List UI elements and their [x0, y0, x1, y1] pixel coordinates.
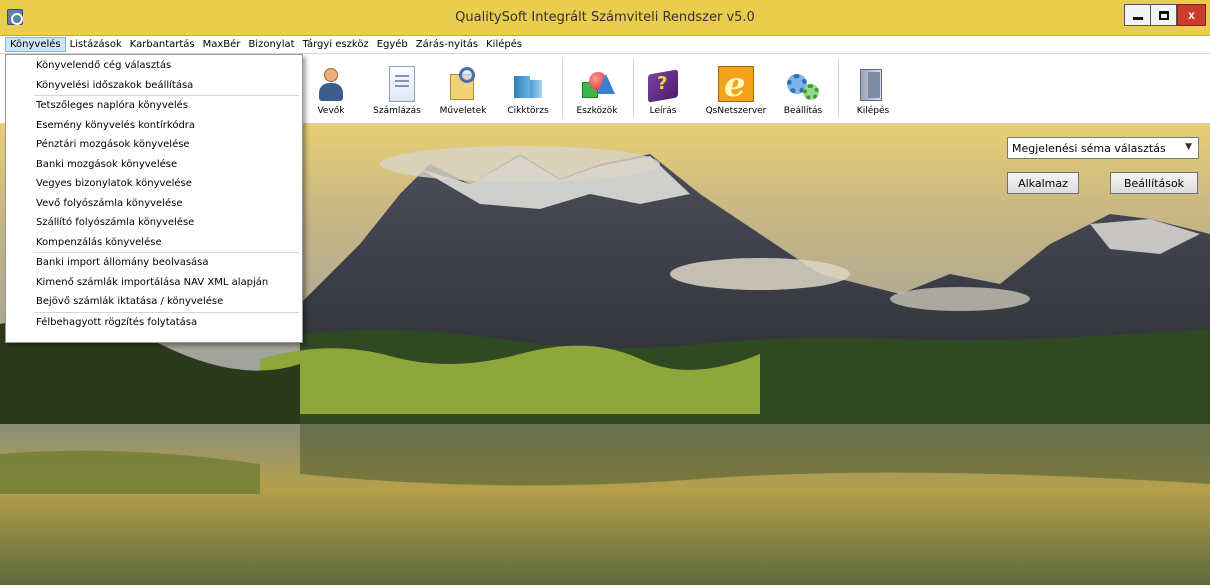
menu-item-penztari-mozgasok[interactable]: Pénztári mozgások könyvelése [6, 135, 302, 155]
menu-item-esemeny-konyveles[interactable]: Esemény könyvelés kontírkódra [6, 116, 302, 136]
toolbar-label: Eszközök [576, 106, 618, 116]
toolbar-label: Beállítás [783, 106, 823, 116]
toolbar-separator [562, 58, 563, 118]
toolbar-label: QsNetszerver [705, 106, 767, 116]
help-book-icon: ? [645, 66, 681, 103]
toolbar-label: Leírás [649, 106, 677, 116]
maximize-icon [1158, 10, 1169, 20]
menu-item-vegyes-bizonylatok[interactable]: Vegyes bizonylatok könyvelése [6, 174, 302, 194]
close-button[interactable]: x [1177, 4, 1206, 26]
settings-button[interactable]: Beállítások [1110, 172, 1198, 194]
appearance-scheme-select[interactable]: Megjelenési séma választás ▼ [1007, 137, 1199, 159]
toolbar-label: Vevők [317, 106, 345, 116]
toolbar-vevok-button[interactable]: Vevők [311, 54, 351, 124]
toolbar-separator [633, 58, 634, 118]
menu-item-vevo-folyoszamla[interactable]: Vevő folyószámla könyvelése [6, 194, 302, 214]
menu-kilepes[interactable]: Kilépés [482, 38, 526, 51]
toolbar-leiras-button[interactable]: ? Leírás [644, 54, 682, 124]
menu-item-idoszakok[interactable]: Könyvelési időszakok beállítása [6, 76, 302, 96]
menu-item-kompenzalas[interactable]: Kompenzálás könyvelése [6, 233, 302, 253]
menu-item-banki-mozgasok[interactable]: Banki mozgások könyvelése [6, 155, 302, 175]
browser-icon: e [718, 65, 754, 105]
menu-egyeb[interactable]: Egyéb [373, 38, 412, 51]
exit-door-icon [855, 66, 891, 102]
toolbar-label: Cikktörzs [507, 106, 549, 116]
gears-icon [785, 66, 821, 102]
menu-item-felbehagyott-rogzites[interactable]: Félbehagyott rögzítés folytatása [6, 313, 302, 333]
minimize-button[interactable] [1124, 4, 1151, 26]
cubes-icon [510, 66, 546, 102]
select-value: Megjelenési séma választás [1012, 141, 1166, 155]
menu-maxber[interactable]: MaxBér [199, 38, 245, 51]
toolbar-kilepes-button[interactable]: Kilépés [851, 54, 895, 124]
menu-listazasok[interactable]: Listázások [66, 38, 126, 51]
menu-item-szallito-folyoszamla[interactable]: Szállító folyószámla könyvelése [6, 213, 302, 233]
minimize-icon [1132, 17, 1143, 20]
document-icon [389, 66, 415, 102]
shapes-icon [579, 66, 615, 102]
toolbar-label: Kilépés [856, 106, 890, 116]
menu-karbantartas[interactable]: Karbantartás [126, 38, 199, 51]
menu-bizonylat[interactable]: Bizonylat [244, 38, 298, 51]
konyveles-dropdown-menu: Könyvelendő cég választás Könyvelési idő… [5, 54, 303, 343]
toolbar-szamlazas-button[interactable]: Számlázás [370, 54, 424, 124]
toolbar-label: Műveletek [439, 106, 487, 116]
search-folder-icon [445, 66, 481, 102]
title-bar: QualitySoft Integrált Számviteli Rendsze… [0, 0, 1210, 36]
menu-item-cegvalasztas[interactable]: Könyvelendő cég választás [6, 56, 302, 76]
toolbar-qsnetszerver-button[interactable]: e QsNetszerver [703, 54, 769, 124]
menu-item-banki-import[interactable]: Banki import állomány beolvasása [6, 253, 302, 273]
window-title: QualitySoft Integrált Számviteli Rendsze… [455, 10, 755, 25]
toolbar-beallitas-button[interactable]: Beállítás [780, 54, 826, 124]
menu-item-bejovo-szamlak[interactable]: Bejövő számlák iktatása / könyvelése [6, 292, 302, 312]
apply-button[interactable]: Alkalmaz [1007, 172, 1079, 194]
toolbar-label: Számlázás [373, 106, 421, 116]
menu-item-naplora-konyveles[interactable]: Tetszőleges naplóra könyvelés [6, 96, 302, 116]
close-icon: x [1188, 8, 1195, 22]
toolbar-eszkozok-button[interactable]: Eszközök [573, 54, 621, 124]
menu-targyi-eszkoz[interactable]: Tárgyi eszköz [299, 38, 373, 51]
menu-konyveles[interactable]: Könyvelés [5, 37, 66, 52]
user-icon [313, 66, 349, 102]
chevron-down-icon: ▼ [1185, 142, 1192, 152]
maximize-button[interactable] [1151, 4, 1177, 26]
toolbar-separator [838, 58, 839, 118]
menu-item-nav-xml-import[interactable]: Kimenő számlák importálása NAV XML alapj… [6, 273, 302, 293]
menu-zaras-nyitas[interactable]: Zárás-nyitás [412, 38, 482, 51]
menu-bar: Könyvelés Listázások Karbantartás MaxBér… [0, 36, 1210, 54]
toolbar-muveletek-button[interactable]: Műveletek [437, 54, 489, 124]
toolbar-cikktorzs-button[interactable]: Cikktörzs [504, 54, 552, 124]
